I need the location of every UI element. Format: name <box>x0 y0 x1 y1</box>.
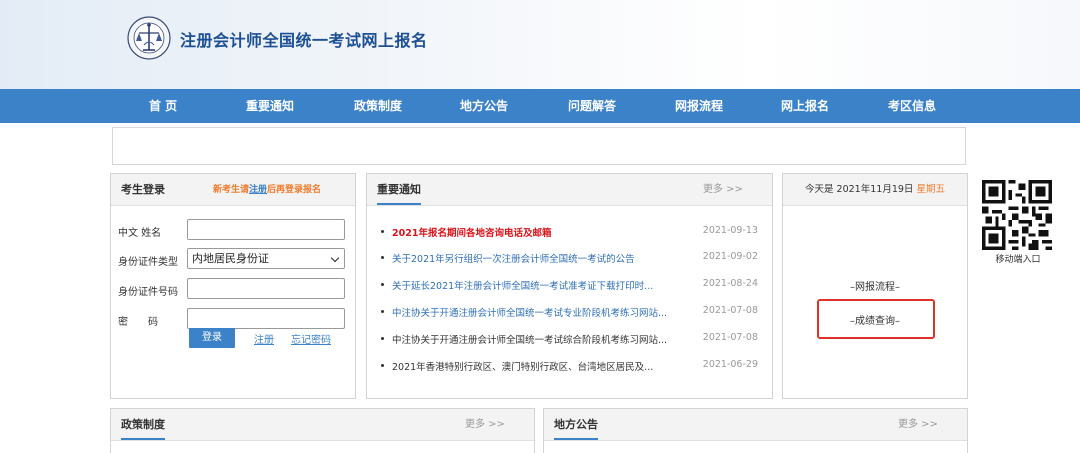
mobile-entry-label: 移动端入口 <box>995 255 1041 265</box>
bullet-icon <box>381 337 384 340</box>
notice-date: 2021-09-13 <box>702 225 758 236</box>
notices-title: 重要通知 <box>377 174 421 205</box>
policy-panel-header: 政策制度 更多 >> <box>111 409 534 441</box>
side-panel-header: 今天是 2021年11月19日 星期五 <box>783 174 967 206</box>
notice-item[interactable]: 2021年报名期间各地咨询电话及邮箱 2021-09-13 <box>381 225 758 239</box>
login-panel-header: 考生登录 新考生请注册后再登录报名 <box>111 174 355 206</box>
idtype-label: 身份证件类型 <box>118 257 178 268</box>
important-notices-panel: 重要通知 更多 >> 2021年报名期间各地咨询电话及邮箱 2021-09-13 关… <box>366 173 773 399</box>
notice-text[interactable]: 2021年报名期间各地咨询电话及邮箱 <box>392 225 687 239</box>
today-date: 今天是 2021年11月19日 星期五 <box>783 174 967 206</box>
idtype-select[interactable]: 内地居民身份证 <box>187 248 345 269</box>
site-header: 注册会计师全国统一考试网上报名 <box>0 0 1080 89</box>
policy-panel: 政策制度 更多 >> <box>110 408 535 453</box>
forgot-password-link[interactable]: 忘记密码 <box>291 331 331 346</box>
notice-item[interactable]: 中注协关于开通注册会计师全国统一考试专业阶段机考练习网站... 2021-07-0… <box>381 305 758 319</box>
notice-item[interactable]: 关于2021年另行组织一次注册会计师全国统一考试的公告 2021-09-02 <box>381 251 758 265</box>
nav-item-home[interactable]: 首 页 <box>149 89 177 123</box>
notice-date: 2021-08-24 <box>702 278 758 289</box>
bullet-icon <box>381 256 384 259</box>
notice-date: 2021-06-29 <box>702 359 758 370</box>
login-title: 考生登录 <box>121 183 165 196</box>
nav-item-online-registration[interactable]: 网上报名 <box>781 89 829 123</box>
password-label: 密 码 <box>118 317 158 328</box>
nav-item-registration-process[interactable]: 网报流程 <box>675 89 723 123</box>
idno-input[interactable] <box>187 278 345 299</box>
notice-date: 2021-07-08 <box>702 332 758 343</box>
bullet-icon <box>381 310 384 313</box>
registration-process-link[interactable]: –网报流程– <box>783 278 967 293</box>
local-panel-header: 地方公告 更多 >> <box>544 409 967 441</box>
login-panel: 考生登录 新考生请注册后再登录报名 中文 姓名 身份证件类型 内地居民身份证 身… <box>110 173 356 399</box>
notice-date: 2021-07-08 <box>702 305 758 316</box>
notice-text[interactable]: 中注协关于开通注册会计师全国统一考试专业阶段机考练习网站... <box>392 305 687 319</box>
local-title: 地方公告 <box>554 409 598 440</box>
nav-item-policy[interactable]: 政策制度 <box>354 89 402 123</box>
notice-date: 2021-09-02 <box>702 251 758 262</box>
bullet-icon <box>381 230 384 233</box>
password-input[interactable] <box>187 308 345 329</box>
notice-text[interactable]: 关于延长2021年注册会计师全国统一考试准考证下载打印时... <box>392 278 687 292</box>
login-button[interactable]: 登录 <box>189 328 235 348</box>
site-title: 注册会计师全国统一考试网上报名 <box>180 31 428 50</box>
nav-item-exam-area-info[interactable]: 考区信息 <box>888 89 936 123</box>
local-more-link[interactable]: 更多 >> <box>898 409 938 441</box>
notice-item[interactable]: 关于延长2021年注册会计师全国统一考试准考证下载打印时... 2021-08-2… <box>381 278 758 292</box>
name-label: 中文 姓名 <box>118 228 162 239</box>
bullet-icon <box>381 283 384 286</box>
policy-more-link[interactable]: 更多 >> <box>465 409 505 441</box>
policy-title: 政策制度 <box>121 409 165 440</box>
login-hint-prefix: 新考生请 <box>213 185 250 195</box>
banner-box <box>112 127 966 165</box>
bullet-icon <box>381 364 384 367</box>
side-info-panel: 今天是 2021年11月19日 星期五 –网报流程– –成绩查询– <box>782 173 968 399</box>
today-date-text: 今天是 2021年11月19日 <box>805 184 914 195</box>
local-announcements-panel: 地方公告 更多 >> <box>543 408 968 453</box>
nav-item-faq[interactable]: 问题解答 <box>568 89 616 123</box>
idtype-select-value: 内地居民身份证 <box>192 252 269 265</box>
idno-label: 身份证件号码 <box>118 287 178 298</box>
score-query-highlight <box>817 299 935 339</box>
login-hint-register-link[interactable]: 注册 <box>249 185 267 195</box>
cicpa-emblem-icon <box>127 16 171 60</box>
register-link[interactable]: 注册 <box>254 331 274 346</box>
notice-text[interactable]: 中注协关于开通注册会计师全国统一考试综合阶段机考练习网站... <box>392 332 687 346</box>
notice-item[interactable]: 中注协关于开通注册会计师全国统一考试综合阶段机考练习网站... 2021-07-0… <box>381 332 758 346</box>
main-nav: 首 页 重要通知 政策制度 地方公告 问题解答 网报流程 网上报名 考区信息 <box>0 89 1080 123</box>
login-hint: 新考生请注册后再登录报名 <box>213 174 321 206</box>
notice-text[interactable]: 关于2021年另行组织一次注册会计师全国统一考试的公告 <box>392 251 687 265</box>
notice-item[interactable]: 2021年香港特别行政区、澳门特别行政区、台湾地区居民及... 2021-06-2… <box>381 359 758 373</box>
name-input[interactable] <box>187 219 345 240</box>
nav-item-important-notices[interactable]: 重要通知 <box>246 89 294 123</box>
nav-item-local-announcements[interactable]: 地方公告 <box>460 89 508 123</box>
chevron-down-icon <box>330 253 340 263</box>
notices-more-link[interactable]: 更多 >> <box>703 174 743 206</box>
login-hint-suffix: 后再登录报名 <box>267 185 322 195</box>
notice-text[interactable]: 2021年香港特别行政区、澳门特别行政区、台湾地区居民及... <box>392 359 687 373</box>
notices-panel-header: 重要通知 更多 >> <box>367 174 772 206</box>
qr-code-icon[interactable] <box>982 180 1052 250</box>
today-weekday: 星期五 <box>916 184 945 195</box>
